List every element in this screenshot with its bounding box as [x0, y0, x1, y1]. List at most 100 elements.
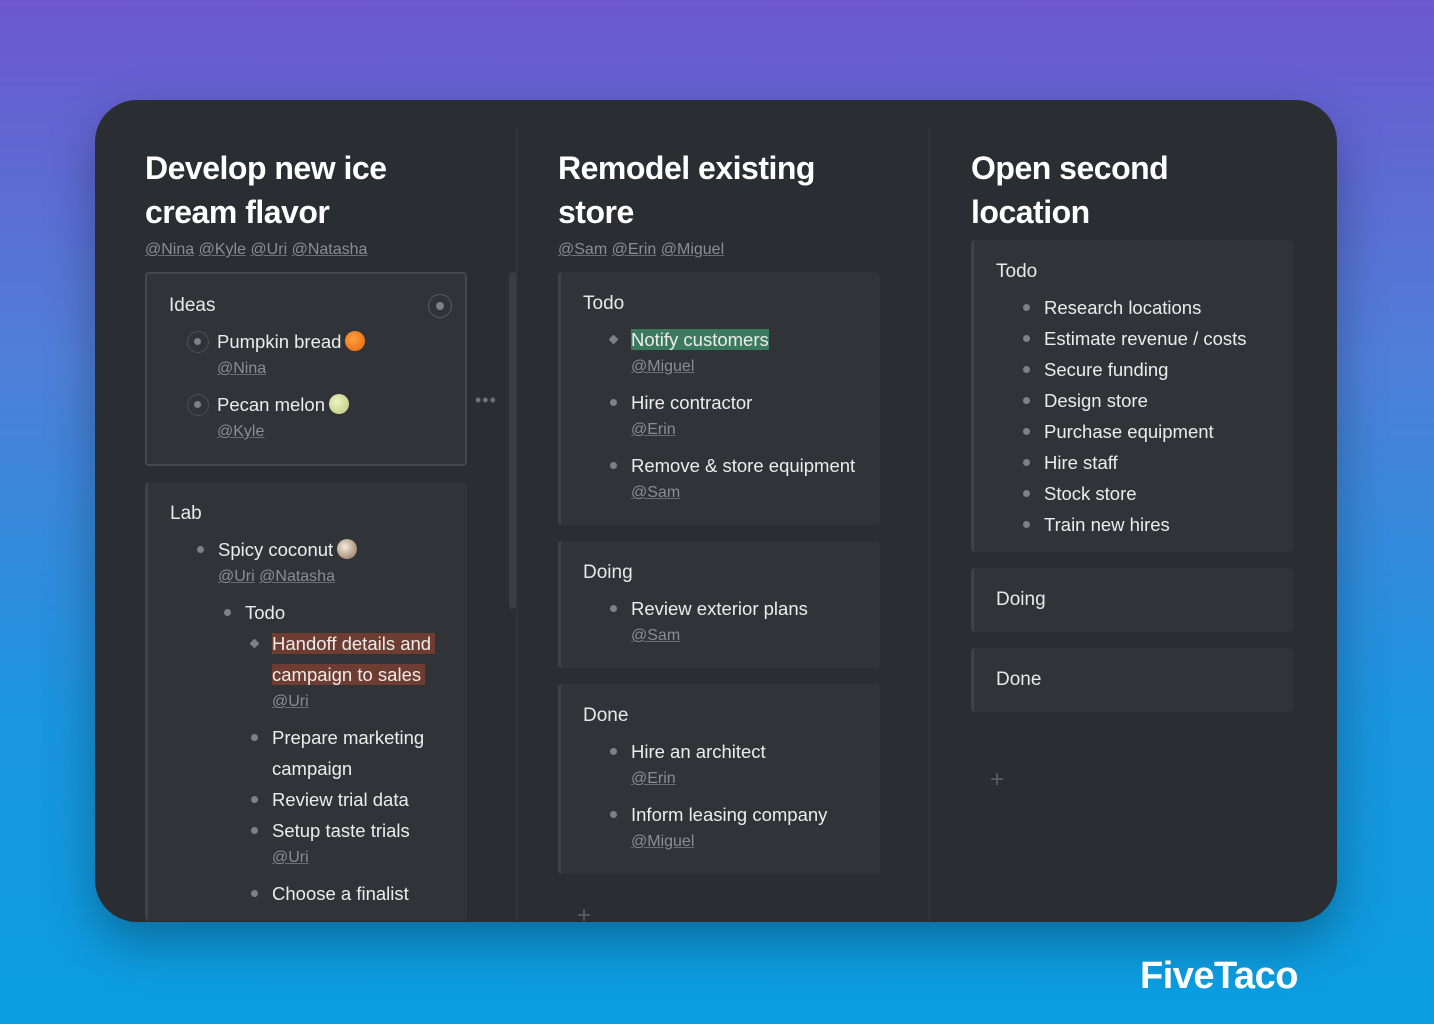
column-2: Open second location Todo Research locatio… — [971, 100, 1293, 922]
item-text: Estimate revenue / costs — [1044, 328, 1247, 349]
list-item[interactable]: Spicy coconut — [170, 534, 467, 565]
list-item[interactable]: Hire an architect — [583, 736, 880, 767]
item-text: Stock store — [1044, 483, 1137, 504]
bullet-icon — [251, 796, 258, 803]
column-1: Remodel existing store @Sam @Erin @Miguel… — [558, 100, 880, 922]
card-done[interactable]: Done — [971, 648, 1293, 712]
scrollbar[interactable] — [509, 272, 516, 609]
item-text: Handoff details and campaign to sales — [272, 633, 436, 685]
item-text: Notify customers — [631, 329, 769, 350]
list-item[interactable]: Purchase equipment — [996, 416, 1293, 447]
card-todo[interactable]: Todo Notify customers @Miguel Hire contrac… — [558, 272, 880, 525]
bullet-icon — [224, 609, 231, 616]
list-item[interactable]: Hire contractor — [583, 387, 880, 418]
list-item[interactable]: Train new hires — [996, 509, 1293, 540]
item-text: Pumpkin bread — [217, 331, 342, 352]
diamond-bullet-icon — [249, 638, 260, 649]
item-mentions: @Sam — [583, 481, 880, 505]
item-mentions: @Miguel — [583, 355, 880, 379]
item-mentions: @Erin — [583, 418, 880, 442]
list-item[interactable]: Research locations — [996, 292, 1293, 323]
card-title: Doing — [996, 589, 1046, 610]
card-doing[interactable]: Doing — [971, 568, 1293, 632]
card-lab[interactable]: Lab Spicy coconut @Uri @Natasha Todo Handof… — [145, 482, 467, 921]
mention-link[interactable]: @Uri — [218, 568, 255, 585]
item-text: Purchase equipment — [1044, 421, 1214, 442]
add-card-icon[interactable]: + — [577, 902, 591, 922]
list-item[interactable]: Inform leasing company — [583, 799, 880, 830]
list-item[interactable]: Pecan melon — [169, 389, 465, 420]
mention-link[interactable]: @Sam — [631, 484, 680, 501]
card-title: Done — [996, 669, 1042, 690]
list-item[interactable]: Review exterior plans — [583, 593, 880, 624]
item-mentions: @Kyle — [169, 420, 465, 444]
radio-bullet-icon[interactable] — [187, 331, 209, 353]
member-mention[interactable]: @Miguel — [661, 241, 724, 258]
mention-link[interactable]: @Uri — [272, 849, 309, 866]
board-window: Develop new ice cream flavor @Nina @Kyle … — [95, 100, 1337, 922]
card-title: Ideas — [169, 295, 216, 316]
more-options-icon[interactable]: ••• — [475, 390, 497, 411]
member-mention[interactable]: @Sam — [558, 241, 607, 258]
mention-link[interactable]: @Erin — [631, 770, 676, 787]
card-done[interactable]: Done Hire an architect @Erin Inform leasin… — [558, 684, 880, 874]
item-text: Todo — [245, 602, 286, 623]
member-mention[interactable]: @Erin — [612, 241, 657, 258]
mention-link[interactable]: @Natasha — [259, 568, 335, 585]
member-mention[interactable]: @Kyle — [199, 241, 246, 258]
bullet-icon — [610, 399, 617, 406]
item-text: Prepare marketing campaign — [272, 727, 425, 779]
item-text: Choose a finalist — [272, 883, 409, 904]
coconut-icon — [337, 539, 358, 559]
member-mention[interactable]: @Nina — [145, 241, 194, 258]
item-text: Research locations — [1044, 297, 1202, 318]
bullet-icon — [1023, 428, 1030, 435]
card-todo[interactable]: Todo Research locations Estimate revenue /… — [971, 240, 1293, 552]
mention-link[interactable]: @Uri — [272, 693, 309, 710]
item-mentions: @Miguel — [583, 830, 880, 854]
mention-link[interactable]: @Erin — [631, 421, 676, 438]
item-text: Spicy coconut — [218, 539, 334, 560]
column-title: Open second location — [971, 150, 1169, 230]
mention-link[interactable]: @Kyle — [217, 423, 264, 440]
list-item[interactable]: Prepare marketing campaign — [170, 722, 467, 784]
list-item[interactable]: Handoff details and campaign to sales — [170, 628, 467, 690]
member-mention[interactable]: @Uri — [250, 241, 287, 258]
pumpkin-icon — [345, 331, 366, 351]
mention-link[interactable]: @Miguel — [631, 833, 694, 850]
list-item[interactable]: Choose a finalist — [170, 878, 467, 909]
item-text: Secure funding — [1044, 359, 1169, 380]
card-title: Doing — [583, 562, 633, 583]
card-title: Todo — [583, 293, 625, 314]
card-list: Ideas Pumpkin bread @Nina Pecan melon @Kyle… — [145, 272, 467, 922]
bullet-icon — [1023, 304, 1030, 311]
bullet-icon — [1023, 459, 1030, 466]
list-item[interactable]: Remove & store equipment — [583, 450, 880, 481]
mention-link[interactable]: @Nina — [217, 360, 266, 377]
card-select-radio[interactable] — [428, 294, 452, 318]
card-list: Todo Research locations Estimate revenue /… — [971, 240, 1293, 728]
radio-bullet-icon[interactable] — [187, 394, 209, 416]
list-item[interactable]: Hire staff — [996, 447, 1293, 478]
column-members: @Sam @Erin @Miguel — [558, 241, 724, 259]
card-doing[interactable]: Doing Review exterior plans @Sam — [558, 541, 880, 668]
card-title: Todo — [996, 261, 1038, 282]
item-text: Setup taste trials — [272, 820, 410, 841]
fivetaco-logo: FiveTaco — [1140, 955, 1298, 997]
mention-link[interactable]: @Sam — [631, 627, 680, 644]
card-ideas[interactable]: Ideas Pumpkin bread @Nina Pecan melon @Kyle — [145, 272, 467, 466]
column-divider — [516, 128, 517, 922]
list-item[interactable]: Review trial data — [170, 784, 467, 815]
list-item[interactable]: Todo — [170, 597, 467, 628]
mention-link[interactable]: @Miguel — [631, 358, 694, 375]
list-item[interactable]: Pumpkin bread — [169, 326, 465, 357]
list-item[interactable]: Secure funding — [996, 354, 1293, 385]
list-item[interactable]: Estimate revenue / costs — [996, 323, 1293, 354]
list-item[interactable]: Design store — [996, 385, 1293, 416]
list-item[interactable]: Notify customers — [583, 324, 880, 355]
list-item[interactable]: Stock store — [996, 478, 1293, 509]
bullet-icon — [610, 748, 617, 755]
member-mention[interactable]: @Natasha — [292, 241, 368, 258]
add-card-icon[interactable]: + — [990, 766, 1004, 794]
list-item[interactable]: Setup taste trials — [170, 815, 467, 846]
